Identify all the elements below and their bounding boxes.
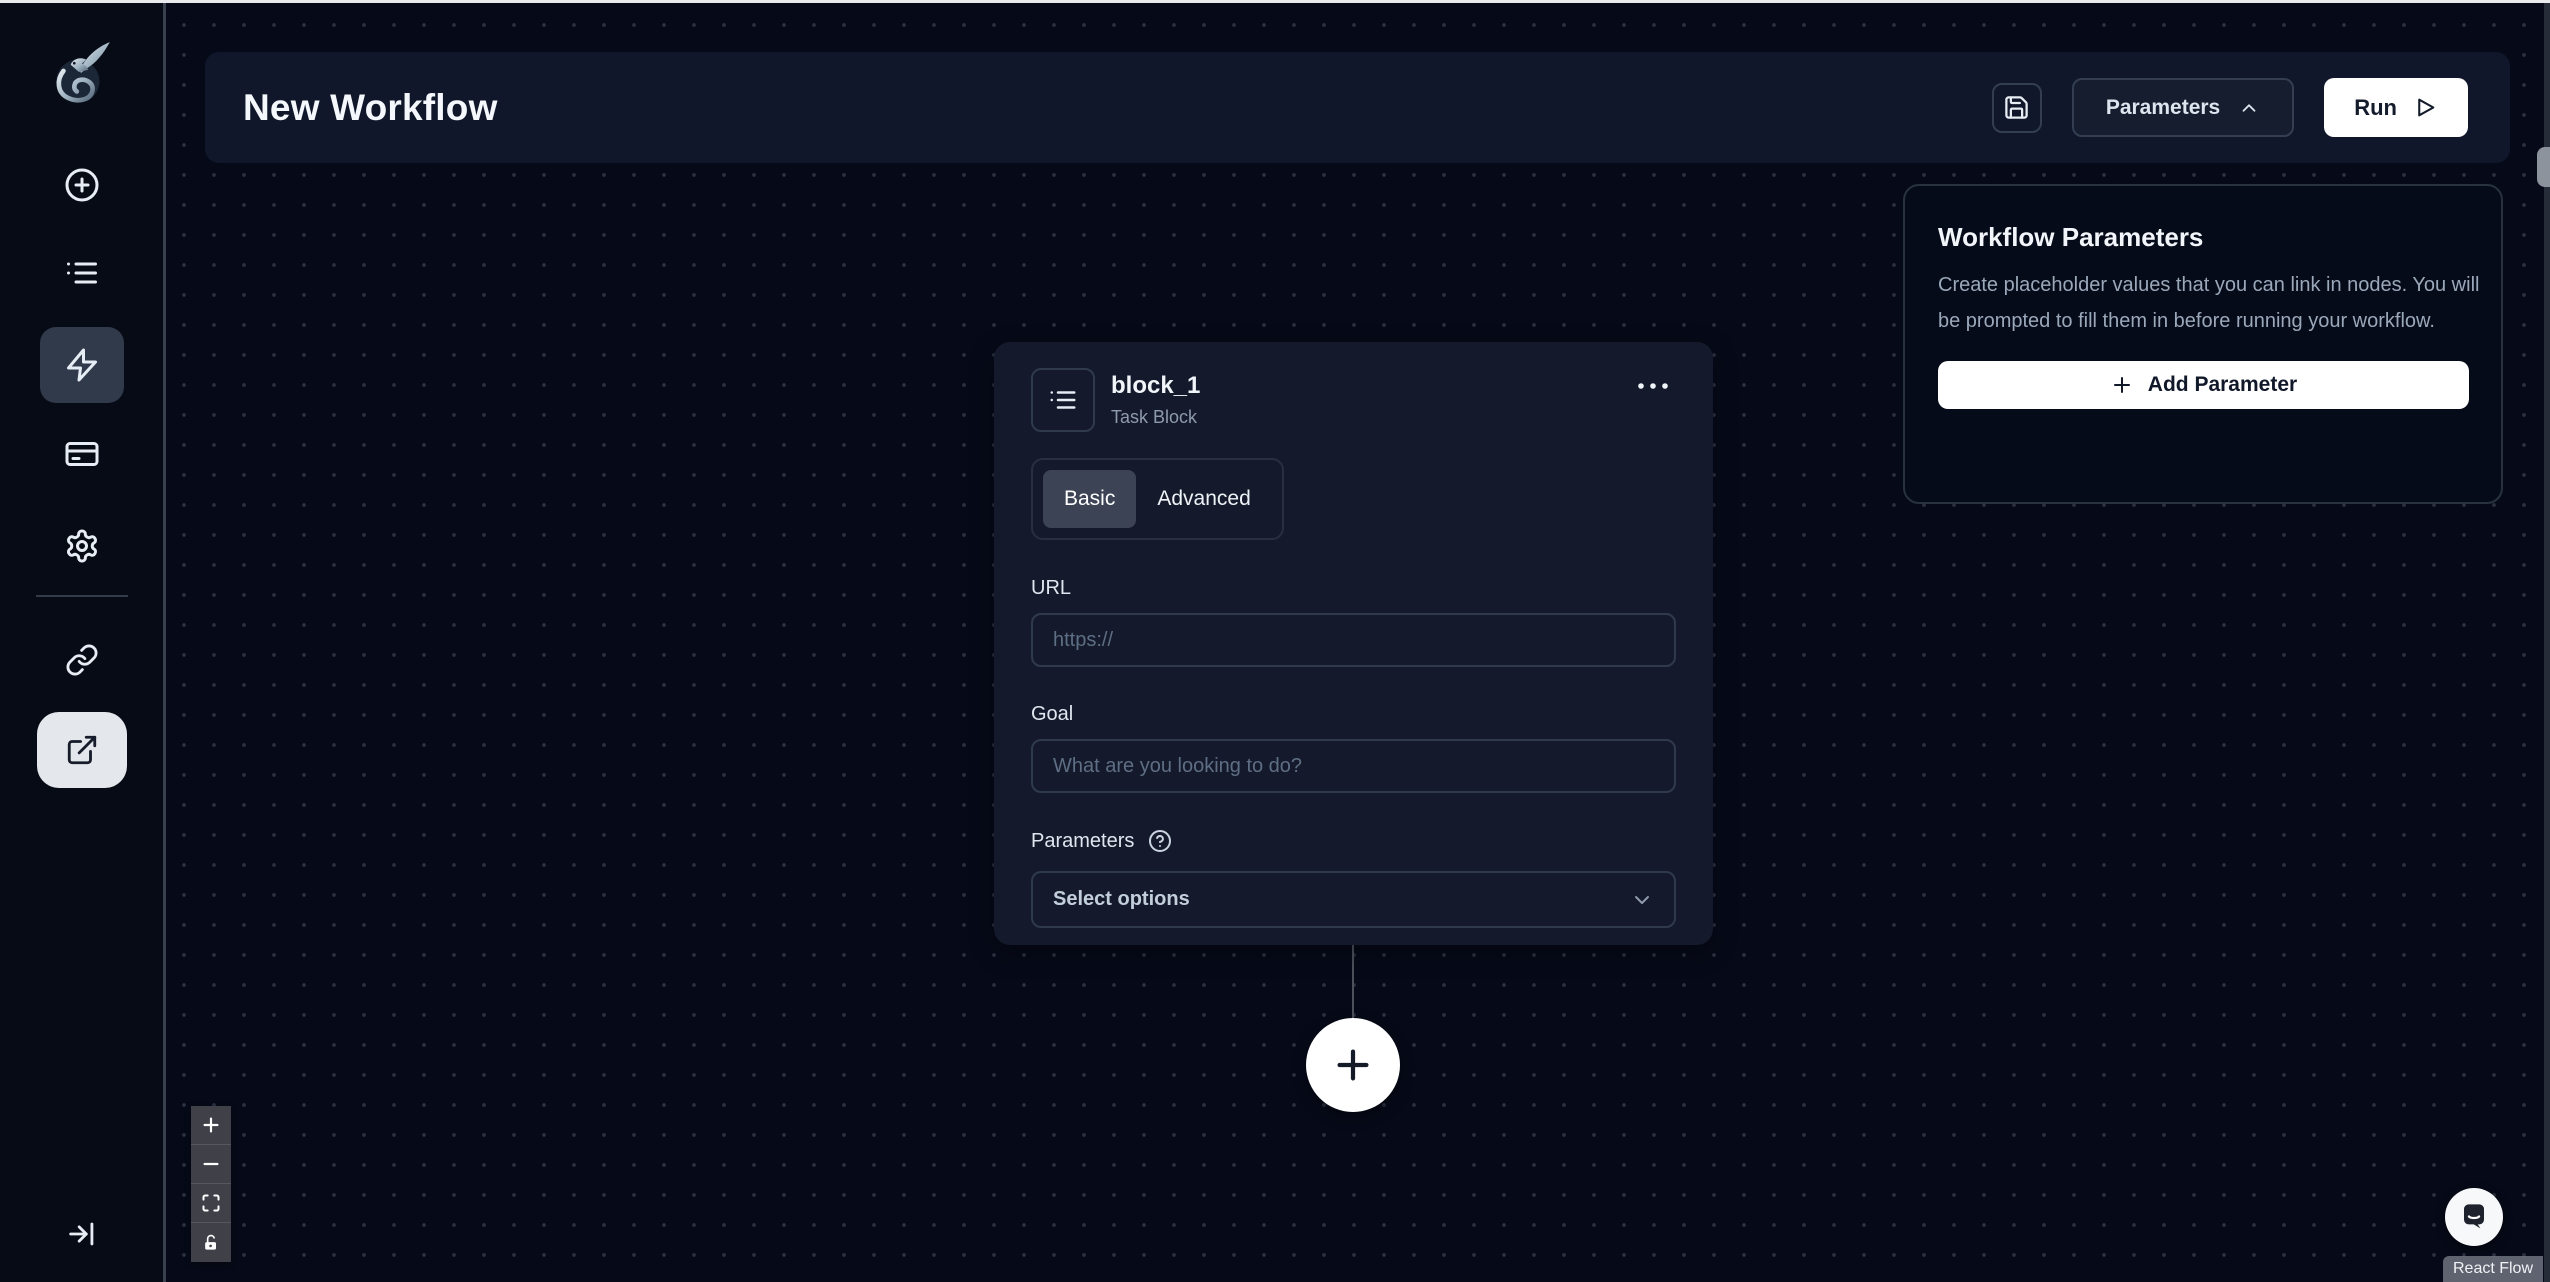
canvas-controls bbox=[191, 1106, 231, 1262]
node-header: block_1 Task Block bbox=[1031, 368, 1676, 432]
chat-launcher-button[interactable] bbox=[2445, 1188, 2503, 1246]
link-icon bbox=[66, 644, 97, 676]
workflow-header: New Workflow Parameters Run bbox=[205, 52, 2510, 163]
header-actions: Parameters Run bbox=[1991, 78, 2468, 137]
sidebar bbox=[0, 0, 166, 1282]
sidebar-item-settings[interactable] bbox=[40, 508, 124, 584]
page-title: New Workflow bbox=[243, 86, 498, 128]
list-icon bbox=[66, 262, 97, 284]
parameters-button-label: Parameters bbox=[2105, 95, 2221, 119]
circle-help-icon bbox=[1149, 830, 1172, 852]
run-button-label: Run bbox=[2354, 94, 2397, 120]
chevron-down-icon bbox=[1635, 895, 1649, 904]
sidebar-item-tasks[interactable] bbox=[40, 235, 124, 311]
chevron-up-icon bbox=[2242, 103, 2256, 112]
sidebar-item-create[interactable] bbox=[40, 147, 124, 223]
scrollbar-thumb[interactable] bbox=[2537, 147, 2550, 187]
credit-card-icon bbox=[65, 442, 98, 466]
goal-label-row: Goal bbox=[1031, 703, 1676, 726]
ellipsis-icon bbox=[1638, 383, 1668, 389]
external-link-icon bbox=[67, 735, 96, 765]
fit-view-button[interactable] bbox=[191, 1184, 231, 1223]
react-flow-attribution[interactable]: React Flow bbox=[2443, 1256, 2543, 1282]
add-parameter-label: Add Parameter bbox=[2147, 373, 2298, 396]
zoom-in-button[interactable] bbox=[191, 1106, 231, 1145]
panel-title: Workflow Parameters bbox=[1938, 222, 2204, 252]
save-button[interactable] bbox=[1991, 82, 2042, 133]
app-window: New Workflow Parameters Run Workflow Par… bbox=[0, 0, 2550, 1282]
run-button[interactable]: Run bbox=[2324, 78, 2468, 137]
parameters-help-button[interactable] bbox=[1148, 829, 1172, 853]
node-menu-button[interactable] bbox=[1630, 374, 1676, 398]
goal-label: Goal bbox=[1031, 703, 1074, 725]
parameters-label: Parameters bbox=[1031, 829, 1135, 852]
parameters-label-row: Parameters bbox=[1031, 829, 1676, 853]
chevron-down-icon-wrap bbox=[1630, 888, 1654, 912]
parameters-toggle-button[interactable]: Parameters bbox=[2071, 78, 2295, 137]
node-title: block_1 bbox=[1111, 372, 1201, 399]
scrollbar-track bbox=[2544, 0, 2550, 1282]
sidebar-item-workflows[interactable] bbox=[39, 327, 124, 403]
gear-icon bbox=[66, 529, 97, 563]
add-parameter-button[interactable]: Add Parameter bbox=[1938, 361, 2469, 409]
play-icon bbox=[2418, 98, 2435, 117]
tab-basic[interactable]: Basic bbox=[1043, 470, 1137, 528]
chat-bubble-icon bbox=[2464, 1204, 2484, 1229]
zoom-out-icon bbox=[203, 1162, 219, 1166]
url-label-row: URL bbox=[1031, 577, 1676, 600]
workflow-parameters-panel: Workflow Parameters Create placeholder v… bbox=[1903, 184, 2503, 504]
plus-icon bbox=[1337, 1049, 1369, 1081]
parameters-select[interactable]: Select options bbox=[1031, 871, 1676, 928]
goal-input[interactable] bbox=[1031, 739, 1676, 793]
sidebar-item-share[interactable] bbox=[36, 712, 127, 788]
node-titles: block_1 Task Block bbox=[1111, 372, 1200, 428]
circle-plus-icon bbox=[65, 168, 98, 202]
skyvern-dragon-logo[interactable] bbox=[49, 38, 115, 108]
list-icon bbox=[1050, 391, 1076, 409]
arrow-right-to-line-icon bbox=[68, 1222, 93, 1246]
tab-advanced[interactable]: Advanced bbox=[1136, 470, 1271, 528]
sidebar-item-billing[interactable] bbox=[40, 416, 124, 492]
dragon-logo-icon bbox=[55, 42, 110, 103]
lock-open-icon bbox=[205, 1234, 216, 1250]
url-input[interactable] bbox=[1031, 613, 1676, 667]
panel-description: Create placeholder values that you can l… bbox=[1938, 274, 2480, 332]
sidebar-expand-button[interactable] bbox=[52, 1208, 112, 1260]
top-edge-strip bbox=[0, 0, 2550, 3]
node-icon-box bbox=[1031, 368, 1095, 432]
plus-icon bbox=[2113, 377, 2130, 393]
node-subtitle: Task Block bbox=[1111, 407, 1198, 427]
lock-toggle-button[interactable] bbox=[191, 1223, 231, 1262]
fit-view-icon bbox=[202, 1194, 220, 1212]
save-icon bbox=[2005, 96, 2029, 119]
add-block-button[interactable] bbox=[1306, 1018, 1400, 1112]
zoom-in-icon bbox=[203, 1117, 219, 1133]
sidebar-divider bbox=[36, 595, 128, 597]
task-block-node[interactable]: block_1 Task Block Basic Advanced URL Go… bbox=[994, 342, 1713, 945]
lightning-icon bbox=[66, 348, 97, 382]
parameters-select-value: Select options bbox=[1053, 888, 1190, 910]
node-connector-edge bbox=[1352, 945, 1354, 1019]
zoom-out-button[interactable] bbox=[191, 1145, 231, 1184]
sidebar-item-link[interactable] bbox=[40, 622, 124, 698]
node-mode-tabs: Basic Advanced bbox=[1031, 458, 1284, 540]
url-label: URL bbox=[1031, 577, 1072, 599]
